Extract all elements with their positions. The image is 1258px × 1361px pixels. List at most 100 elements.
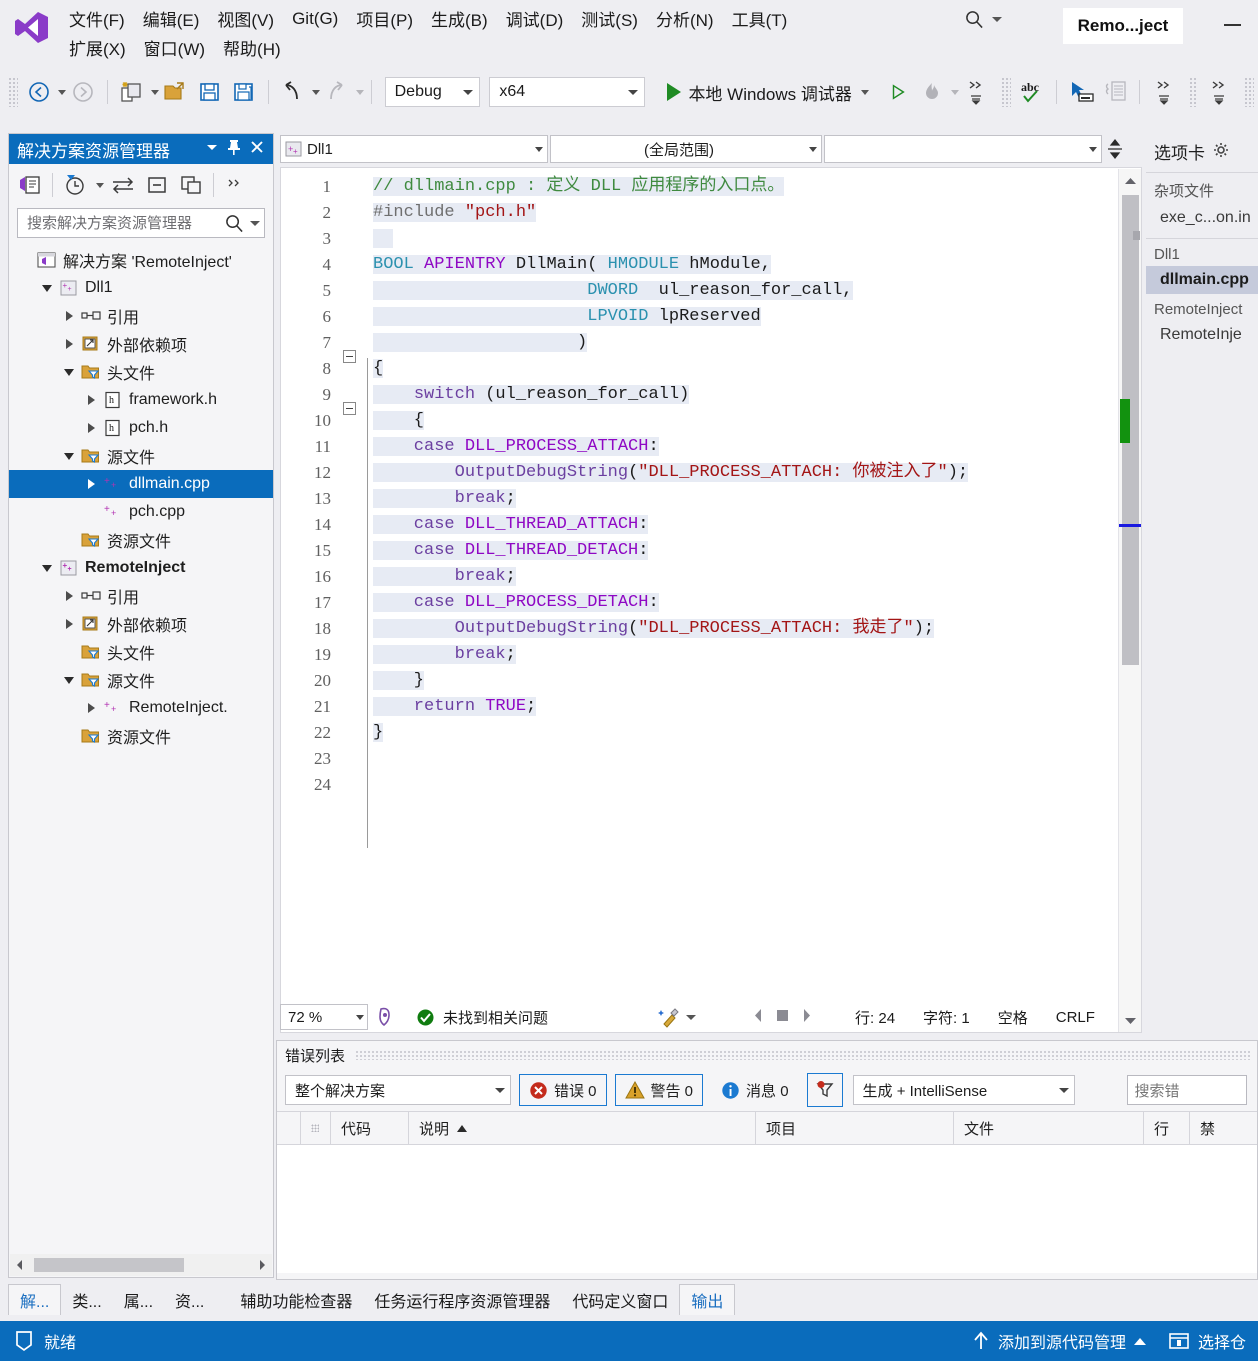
layout-button[interactable] xyxy=(1098,74,1132,110)
issues-status[interactable]: 未找到相关问题 xyxy=(416,1007,548,1028)
col-code[interactable]: 代码 xyxy=(331,1112,409,1144)
tab-accessibility-checker[interactable]: 辅助功能检查器 xyxy=(229,1285,363,1315)
search-input[interactable] xyxy=(25,213,225,233)
expand-arrow-icon[interactable] xyxy=(59,591,79,601)
configuration-combo[interactable]: Debug xyxy=(384,77,481,107)
tab-output[interactable]: 输出 xyxy=(679,1284,736,1315)
expand-arrow-icon[interactable] xyxy=(59,339,79,349)
hscroll-thumb[interactable] xyxy=(34,1258,184,1272)
pending-changes-button[interactable] xyxy=(60,170,90,200)
platform-combo[interactable]: x64 xyxy=(489,77,646,107)
menu-item-help[interactable]: 帮助(H) xyxy=(214,33,290,62)
collapse-all-button[interactable] xyxy=(142,170,172,200)
redo-dropdown-icon[interactable] xyxy=(355,89,364,95)
code-line[interactable]: 17 case DLL_PROCESS_DETACH: xyxy=(281,590,1101,616)
scope-selector-combo[interactable]: (全局范围) xyxy=(550,135,822,163)
fold-collapse-icon[interactable] xyxy=(343,350,356,363)
code-line[interactable]: 4 BOOL APIENTRY DllMain( HMODULE hModule, xyxy=(281,252,1101,278)
menu-item-debug[interactable]: 调试(D) xyxy=(497,4,573,33)
solution-explorer-search[interactable] xyxy=(17,208,265,238)
code-line[interactable]: 12 OutputDebugString("DLL_PROCESS_ATTACH… xyxy=(281,460,1101,486)
collapse-arrow-icon[interactable] xyxy=(37,564,57,572)
menu-item-extensions[interactable]: 扩展(X) xyxy=(60,33,135,62)
code-line[interactable]: 16 break; xyxy=(281,564,1101,590)
tree-item--remoteinject-[interactable]: 解决方案 'RemoteInject' xyxy=(9,246,273,274)
pending-changes-dropdown-icon[interactable] xyxy=(96,182,104,188)
menu-item-tools[interactable]: 工具(T) xyxy=(723,4,797,33)
close-button[interactable] xyxy=(249,139,265,159)
undo-button[interactable] xyxy=(276,74,310,110)
editor-vertical-scrollbar[interactable] xyxy=(1118,169,1141,1032)
menu-item-edit[interactable]: 编辑(E) xyxy=(134,4,209,33)
tabs-panel-item[interactable]: dllmain.cpp xyxy=(1146,266,1258,294)
tab-class-view[interactable]: 类... xyxy=(61,1285,112,1315)
errors-filter-button[interactable]: 错误 0 xyxy=(519,1074,607,1106)
tree-item--[interactable]: 引用 xyxy=(9,302,273,330)
filter-errors-button[interactable] xyxy=(806,1073,843,1107)
tree-item-framework.h[interactable]: h framework.h xyxy=(9,386,273,414)
search-options-dropdown-icon[interactable] xyxy=(250,220,260,226)
code-line[interactable]: 24 xyxy=(281,772,1101,798)
save-button[interactable] xyxy=(193,74,227,110)
code-line[interactable]: 20 } xyxy=(281,668,1101,694)
menu-item-window[interactable]: 窗口(W) xyxy=(135,33,214,62)
overflow-button[interactable] xyxy=(221,170,251,200)
tabs-panel-item[interactable]: exe_c...on.in xyxy=(1146,204,1258,232)
navigate-back-dropdown-icon[interactable] xyxy=(57,89,66,95)
new-item-dropdown-icon[interactable] xyxy=(150,89,159,95)
code-line[interactable]: 11 case DLL_PROCESS_ATTACH: xyxy=(281,434,1101,460)
menu-item-project[interactable]: 项目(P) xyxy=(347,4,422,33)
tree-item--[interactable]: 源文件 xyxy=(9,442,273,470)
tree-item--[interactable]: 资源文件 xyxy=(9,526,273,554)
nav-stop-button[interactable] xyxy=(775,1008,790,1027)
menu-item-build[interactable]: 生成(B) xyxy=(422,4,497,33)
col-suppress[interactable]: 禁 xyxy=(1190,1112,1230,1144)
search-dropdown-icon[interactable] xyxy=(992,17,1002,22)
menu-item-view[interactable]: 视图(V) xyxy=(208,4,283,33)
error-list-grip[interactable] xyxy=(355,1050,1251,1060)
tab-resource-view[interactable]: 资... xyxy=(164,1285,215,1315)
project-selector-combo[interactable]: + + Dll1 xyxy=(280,135,548,163)
tree-item--[interactable]: 引用 xyxy=(9,582,273,610)
indent-indicator[interactable]: 空格 xyxy=(998,1007,1028,1028)
col-line[interactable]: 行 xyxy=(1144,1112,1190,1144)
menu-item-test[interactable]: 测试(S) xyxy=(572,4,647,33)
expand-arrow-icon[interactable] xyxy=(59,311,79,321)
toolbar-grip-3[interactable] xyxy=(1188,77,1199,107)
collapse-arrow-icon[interactable] xyxy=(59,368,79,376)
code-line[interactable]: 14 case DLL_THREAD_ATTACH: xyxy=(281,512,1101,538)
code-line[interactable]: 21 return TRUE; xyxy=(281,694,1101,720)
tab-task-runner-explorer[interactable]: 任务运行程序资源管理器 xyxy=(363,1285,561,1315)
tree-item--[interactable]: 头文件 xyxy=(9,358,273,386)
home-button[interactable] xyxy=(15,170,45,200)
nav-prev-button[interactable] xyxy=(752,1008,765,1027)
start-debug-dropdown-icon[interactable] xyxy=(860,89,869,95)
scroll-left-icon[interactable] xyxy=(10,1259,30,1271)
scroll-right-icon[interactable] xyxy=(252,1259,272,1271)
tab-solution-explorer[interactable]: 解... xyxy=(8,1284,62,1315)
tabs-panel-item[interactable]: RemoteInje xyxy=(1146,321,1258,349)
undo-dropdown-icon[interactable] xyxy=(311,89,320,95)
open-file-button[interactable] xyxy=(159,74,193,110)
collapse-arrow-icon[interactable] xyxy=(59,676,79,684)
scope-combo[interactable]: 整个解决方案 xyxy=(285,1075,511,1105)
warnings-filter-button[interactable]: 警告 0 xyxy=(614,1074,704,1106)
code-line[interactable]: 8{ xyxy=(281,356,1101,382)
collapse-arrow-icon[interactable] xyxy=(37,284,57,292)
select-repository-button[interactable]: 选择仓 xyxy=(1162,1329,1252,1353)
toolbar-grip-4[interactable] xyxy=(1244,77,1254,107)
zoom-combo[interactable]: 72 % xyxy=(280,1004,368,1030)
tree-item-remoteinject[interactable]: + + RemoteInject xyxy=(9,554,273,582)
tree-item--[interactable]: 头文件 xyxy=(9,638,273,666)
expand-arrow-icon[interactable] xyxy=(59,619,79,629)
hot-reload-dropdown-icon[interactable] xyxy=(950,89,959,95)
select-element-button[interactable] xyxy=(1064,74,1098,110)
step-buttons-2[interactable] xyxy=(1147,74,1181,110)
ink-button[interactable] xyxy=(368,1006,402,1028)
scroll-up-icon[interactable] xyxy=(1119,171,1141,191)
tree-item--[interactable]: 源文件 xyxy=(9,666,273,694)
eol-indicator[interactable]: CRLF xyxy=(1056,1009,1095,1026)
tree-item-dllmain.cpp[interactable]: + + dllmain.cpp xyxy=(9,470,273,498)
build-filter-combo[interactable]: 生成 + IntelliSense xyxy=(852,1075,1075,1105)
code-line[interactable]: 1 // dllmain.cpp : 定义 DLL 应用程序的入口点。 xyxy=(281,174,1101,200)
